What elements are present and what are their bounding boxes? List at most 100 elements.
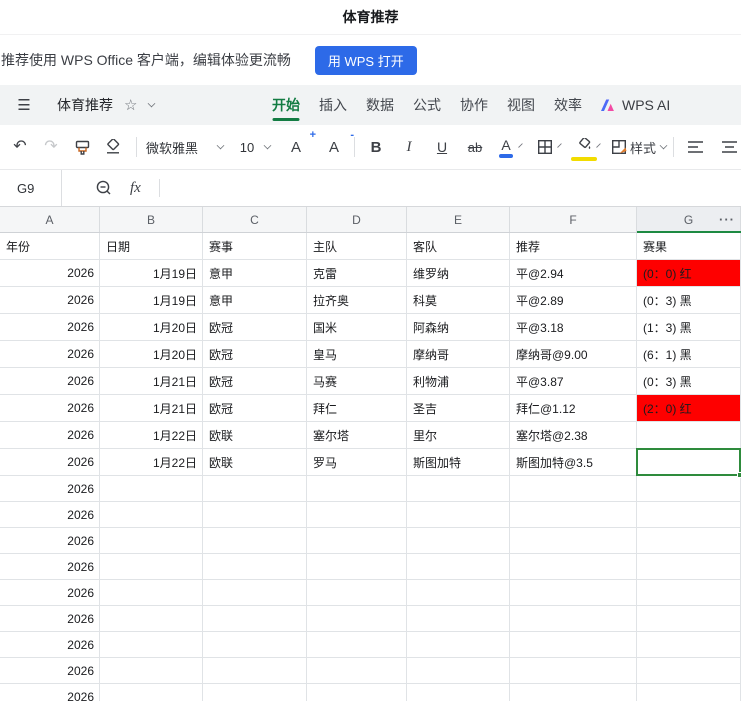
cell[interactable]	[637, 502, 741, 528]
cell[interactable]: 2026	[0, 260, 100, 287]
file-menu-chevron-icon[interactable]	[148, 99, 156, 108]
cell[interactable]	[100, 606, 203, 632]
cell[interactable]: 克雷	[307, 260, 407, 287]
cell[interactable]: 拜仁	[307, 395, 407, 422]
cell[interactable]: 意甲	[203, 287, 307, 314]
cell[interactable]	[407, 632, 510, 658]
cell[interactable]	[510, 476, 637, 502]
cell[interactable]	[307, 502, 407, 528]
cell[interactable]	[510, 684, 637, 701]
cell[interactable]: 2026	[0, 606, 100, 632]
cell[interactable]: 2026	[0, 368, 100, 395]
cell[interactable]: 2026	[0, 449, 100, 476]
tab-wps-ai[interactable]: WPS AI	[600, 97, 670, 113]
cell[interactable]: 2026	[0, 422, 100, 449]
cell[interactable]	[637, 684, 741, 701]
cell[interactable]	[637, 580, 741, 606]
cell[interactable]: 欧冠	[203, 395, 307, 422]
redo-icon[interactable]: ↷	[39, 133, 63, 161]
cell[interactable]: 欧冠	[203, 341, 307, 368]
cell[interactable]: (0：0) 红	[637, 260, 741, 287]
cell[interactable]: 摩纳哥	[407, 341, 510, 368]
cell[interactable]: 1月20日	[100, 341, 203, 368]
cell[interactable]: 平@2.89	[510, 287, 637, 314]
cell[interactable]: 欧冠	[203, 314, 307, 341]
cell[interactable]: 塞尔塔@2.38	[510, 422, 637, 449]
cell[interactable]	[407, 684, 510, 701]
cell[interactable]	[203, 554, 307, 580]
column-header[interactable]: B	[100, 207, 203, 232]
cell[interactable]: 年份	[0, 233, 100, 260]
cell[interactable]	[203, 502, 307, 528]
cell[interactable]	[307, 528, 407, 554]
cell-reference-box[interactable]: G9	[0, 170, 62, 206]
cell[interactable]: 1月21日	[100, 368, 203, 395]
cell[interactable]: 主队	[307, 233, 407, 260]
cell[interactable]: 罗马	[307, 449, 407, 476]
cell[interactable]: 马赛	[307, 368, 407, 395]
ribbon-tab[interactable]: 插入	[318, 85, 348, 125]
hamburger-menu-icon[interactable]: ☰	[12, 91, 36, 119]
cell[interactable]: 2026	[0, 580, 100, 606]
cell[interactable]	[307, 476, 407, 502]
column-header[interactable]: F	[510, 207, 637, 232]
ribbon-tab[interactable]: 开始	[271, 85, 301, 125]
cell[interactable]: 日期	[100, 233, 203, 260]
format-painter-icon[interactable]	[70, 133, 94, 161]
cell[interactable]	[637, 658, 741, 684]
column-header[interactable]: D	[307, 207, 407, 232]
cell[interactable]	[307, 554, 407, 580]
cell[interactable]: 2026	[0, 632, 100, 658]
cell[interactable]	[510, 580, 637, 606]
cell[interactable]	[407, 554, 510, 580]
bold-button[interactable]: B	[364, 133, 388, 161]
cell[interactable]: 欧联	[203, 422, 307, 449]
cell[interactable]	[100, 528, 203, 554]
cell[interactable]	[510, 528, 637, 554]
font-color-chevron-icon[interactable]	[518, 143, 523, 148]
strikethrough-button[interactable]: ab	[463, 133, 487, 161]
cell[interactable]: 2026	[0, 658, 100, 684]
cell[interactable]	[100, 632, 203, 658]
cell[interactable]	[100, 684, 203, 701]
column-header[interactable]: A	[0, 207, 100, 232]
cell[interactable]	[100, 554, 203, 580]
cell[interactable]	[637, 422, 741, 449]
cell[interactable]: 2026	[0, 287, 100, 314]
cell[interactable]: 客队	[407, 233, 510, 260]
cell[interactable]: (0：3) 黑	[637, 368, 741, 395]
cell[interactable]: 2026	[0, 395, 100, 422]
cell[interactable]: 拉齐奥	[307, 287, 407, 314]
cell[interactable]	[100, 580, 203, 606]
cell[interactable]: 2026	[0, 554, 100, 580]
favorite-star-icon[interactable]: ☆	[124, 96, 137, 114]
ribbon-tab[interactable]: 数据	[365, 85, 395, 125]
cell[interactable]	[510, 632, 637, 658]
font-color-button[interactable]: A	[494, 133, 518, 161]
cell[interactable]: 2026	[0, 476, 100, 502]
cell[interactable]: 平@2.94	[510, 260, 637, 287]
open-in-wps-button[interactable]: 用 WPS 打开	[314, 45, 417, 75]
fill-color-chevron-icon[interactable]	[596, 143, 601, 148]
cell[interactable]	[407, 476, 510, 502]
cell[interactable]: 2026	[0, 684, 100, 701]
insert-function-button[interactable]: fx	[130, 180, 141, 197]
cell[interactable]: 斯图加特	[407, 449, 510, 476]
italic-button[interactable]: I	[397, 133, 421, 161]
cell[interactable]: (0：3) 黑	[637, 287, 741, 314]
cell[interactable]	[510, 606, 637, 632]
cell[interactable]: 1月20日	[100, 314, 203, 341]
cell[interactable]: 皇马	[307, 341, 407, 368]
cell[interactable]: 2026	[0, 341, 100, 368]
cell[interactable]: 拜仁@1.12	[510, 395, 637, 422]
cell[interactable]: 欧联	[203, 449, 307, 476]
align-left-button[interactable]	[683, 133, 707, 161]
cell[interactable]: 塞尔塔	[307, 422, 407, 449]
ribbon-tab[interactable]: 效率	[553, 85, 583, 125]
cell[interactable]	[100, 476, 203, 502]
cell[interactable]: 里尔	[407, 422, 510, 449]
cell[interactable]	[203, 528, 307, 554]
cell[interactable]	[637, 476, 741, 502]
cell[interactable]	[510, 554, 637, 580]
cell[interactable]: 2026	[0, 314, 100, 341]
